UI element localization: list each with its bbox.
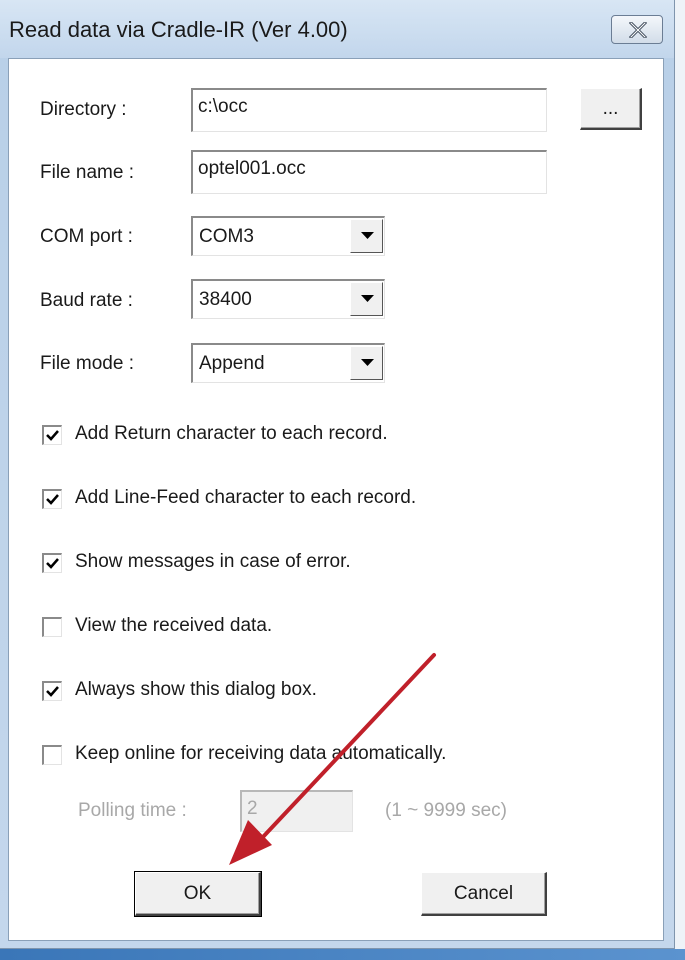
option-label-0[interactable]: Add Return character to each record. <box>75 423 388 445</box>
option-checkbox-0[interactable] <box>42 425 62 445</box>
background-edge <box>675 0 685 960</box>
dialog-window: Read data via Cradle-IR (Ver 4.00) Direc… <box>0 0 675 949</box>
option-label-1[interactable]: Add Line-Feed character to each record. <box>75 487 416 509</box>
filemode-select[interactable]: Append <box>191 343 385 383</box>
option-label-2[interactable]: Show messages in case of error. <box>75 551 351 573</box>
comport-select[interactable]: COM3 <box>191 216 385 256</box>
filemode-label: File mode : <box>40 353 134 374</box>
filemode-value: Append <box>199 353 265 374</box>
baud-select[interactable]: 38400 <box>191 279 385 319</box>
option-checkbox-2[interactable] <box>42 553 62 573</box>
checkmark-icon <box>46 494 59 505</box>
checkmark-icon <box>46 686 59 697</box>
ok-button[interactable]: OK <box>134 871 262 917</box>
dialog-client-area: Directory : c:\occ ... File name : optel… <box>8 58 664 941</box>
option-checkbox-4[interactable] <box>42 681 62 701</box>
browse-button[interactable]: ... <box>580 88 642 130</box>
option-label-3[interactable]: View the received data. <box>75 615 272 637</box>
baud-label: Baud rate : <box>40 290 133 311</box>
directory-label: Directory : <box>40 99 127 120</box>
option-label-5[interactable]: Keep online for receiving data automatic… <box>75 743 446 765</box>
checkmark-icon <box>46 430 59 441</box>
option-checkbox-1[interactable] <box>42 489 62 509</box>
window-title: Read data via Cradle-IR (Ver 4.00) <box>9 17 348 42</box>
option-label-4[interactable]: Always show this dialog box. <box>75 679 317 701</box>
chevron-down-icon <box>361 232 374 239</box>
directory-input[interactable]: c:\occ <box>191 88 547 132</box>
polling-time-input[interactable]: 2 <box>240 790 353 832</box>
chevron-down-icon <box>361 295 374 302</box>
comport-dropdown-button[interactable] <box>350 219 383 253</box>
baud-dropdown-button[interactable] <box>350 282 383 316</box>
close-icon <box>629 22 647 38</box>
checkmark-icon <box>46 558 59 569</box>
polling-time-label: Polling time : <box>78 800 187 821</box>
polling-range-text: (1 ~ 9999 sec) <box>385 800 507 821</box>
chevron-down-icon <box>361 359 374 366</box>
filename-input[interactable]: optel001.occ <box>191 150 547 194</box>
option-checkbox-3[interactable] <box>42 617 62 637</box>
baud-value: 38400 <box>199 289 252 310</box>
comport-label: COM port : <box>40 226 133 247</box>
title-bar[interactable]: Read data via Cradle-IR (Ver 4.00) <box>0 0 674 58</box>
filename-label: File name : <box>40 162 134 183</box>
taskbar-strip <box>0 949 685 960</box>
filemode-dropdown-button[interactable] <box>350 346 383 380</box>
option-checkbox-5[interactable] <box>42 745 62 765</box>
close-button[interactable] <box>611 15 663 44</box>
comport-value: COM3 <box>199 226 254 247</box>
cancel-button[interactable]: Cancel <box>421 872 547 916</box>
